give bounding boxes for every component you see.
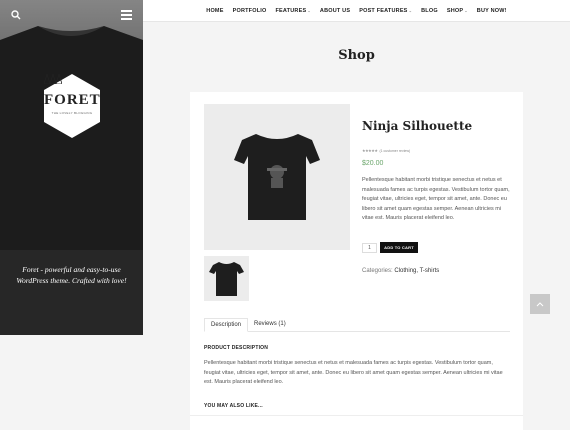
hamburger-menu-icon[interactable] <box>121 10 132 20</box>
logo-subtitle: THE LOVELY BLOGGING <box>51 111 93 115</box>
tree-icon <box>44 74 62 84</box>
main-navigation: HOME PORTFOLIO FEATURES⌄ ABOUT US POST F… <box>143 0 570 22</box>
chevron-down-icon: ⌄ <box>464 7 468 13</box>
related-products-heading: YOU MAY ALSO LIKE... <box>204 403 263 409</box>
product-card: Ninja Silhouette ★★★★★ (1 customer revie… <box>190 92 523 430</box>
sidebar: FORET THE LOVELY BLOGGING Foret - powerf… <box>0 0 143 335</box>
product-tabs: Description Reviews (1) <box>204 318 510 332</box>
tshirt-background-image <box>0 26 143 335</box>
nav-item-buy-now[interactable]: BUY NOW! <box>477 8 507 14</box>
quantity-stepper[interactable]: 1 <box>362 243 377 253</box>
product-description-text: Pellentesque habitant morbi tristique se… <box>204 360 503 385</box>
logo-title: FORET <box>44 92 101 108</box>
nav-item-home[interactable]: HOME <box>206 8 223 14</box>
search-icon[interactable] <box>11 10 21 20</box>
sidebar-tagline: Foret - powerful and easy-to-use WordPre… <box>16 265 127 285</box>
product-short-description: Pellentesque habitant morbi tristique se… <box>362 177 510 221</box>
category-links[interactable]: Clothing, T-shirts <box>394 268 439 274</box>
categories-label: Categories: <box>362 268 393 274</box>
page-title: Shop <box>338 48 375 63</box>
nav-item-about-us[interactable]: ABOUT US <box>320 8 350 14</box>
divider <box>190 415 523 416</box>
nav-item-features[interactable]: FEATURES⌄ <box>275 8 310 14</box>
tshirt-image <box>234 134 320 220</box>
product-price: $20.00 <box>362 160 384 167</box>
scroll-to-top-button[interactable] <box>530 294 550 314</box>
nav-item-portfolio[interactable]: PORTFOLIO <box>233 8 267 14</box>
product-thumbnail[interactable] <box>204 256 249 301</box>
product-rating[interactable]: ★★★★★ (1 customer review) <box>362 148 410 153</box>
product-title: Ninja Silhouette <box>362 119 473 133</box>
tshirt-thumbnail-image <box>209 262 244 296</box>
product-categories: Categories: Clothing, T-shirts <box>362 268 439 274</box>
chevron-up-icon <box>536 302 544 307</box>
tab-description[interactable]: Description <box>204 318 249 332</box>
nav-item-shop[interactable]: SHOP⌄ <box>447 8 468 14</box>
chevron-down-icon: ⌄ <box>408 7 413 13</box>
site-logo[interactable]: FORET THE LOVELY BLOGGING <box>44 74 100 138</box>
product-description-heading: PRODUCT DESCRIPTION <box>204 345 269 351</box>
chevron-down-icon: ⌄ <box>307 7 311 13</box>
tab-reviews[interactable]: Reviews (1) <box>248 318 292 332</box>
add-to-cart-button[interactable]: ADD TO CART <box>380 242 418 253</box>
nav-item-post-features[interactable]: POST FEATURES⌄ <box>359 8 412 14</box>
review-count: (1 customer review) <box>379 148 411 153</box>
star-rating-icon: ★★★★★ <box>362 148 378 153</box>
nav-item-blog[interactable]: BLOG <box>421 8 438 14</box>
product-main-image[interactable] <box>204 104 350 250</box>
